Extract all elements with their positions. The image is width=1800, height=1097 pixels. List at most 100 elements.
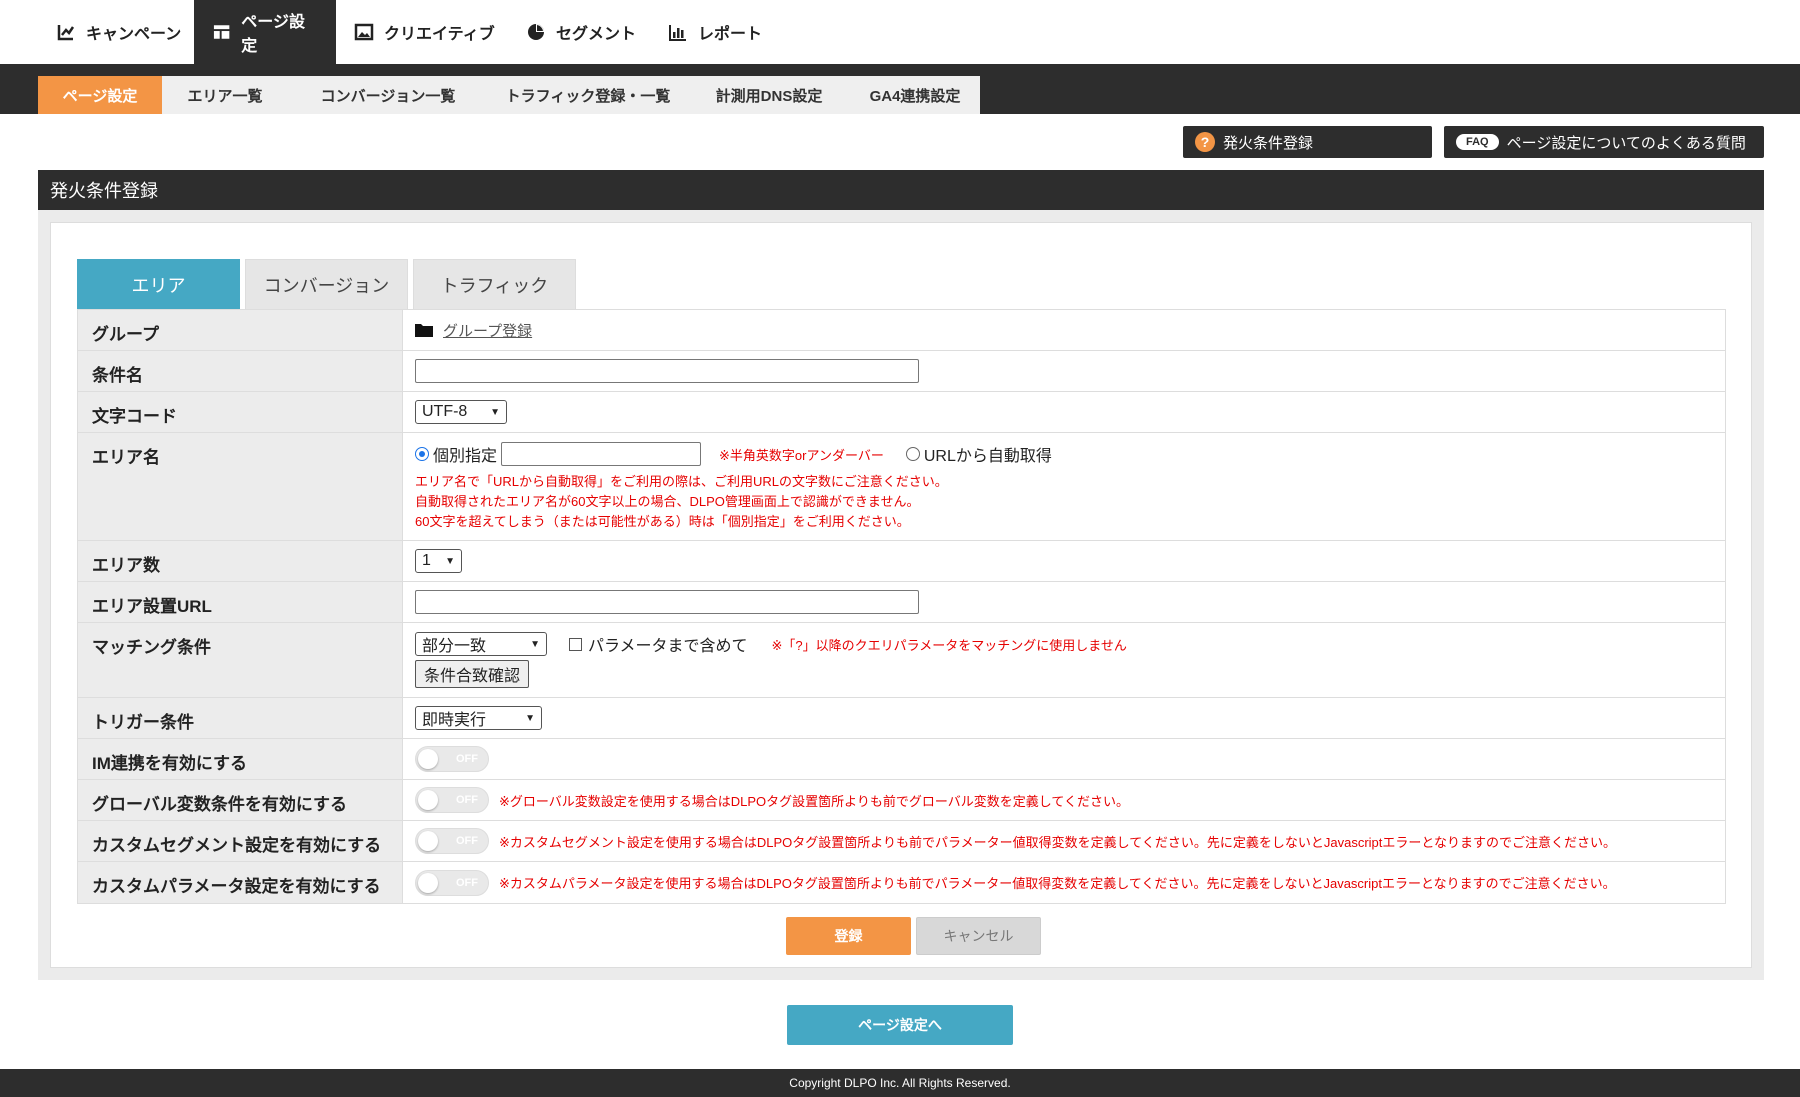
area-count-select[interactable]: 1 ▼ — [415, 549, 462, 573]
folder-icon — [415, 324, 433, 337]
row-im: IM連携を有効にする OFF — [78, 739, 1725, 780]
subtab-ga4[interactable]: GA4連携設定 — [850, 76, 980, 114]
nav-page-settings-label: ページ設定 — [241, 14, 305, 55]
matching-label: マッチング条件 — [78, 623, 403, 697]
sub-navigation: ページ設定 エリア一覧 コンバージョン一覧 トラフィック登録・一覧 計測用DNS… — [0, 64, 1800, 114]
radio-auto[interactable] — [905, 447, 920, 461]
im-label: IM連携を有効にする — [78, 739, 403, 779]
condition-name-label: 条件名 — [78, 351, 403, 391]
custom-segment-note: ※カスタムセグメント設定を使用する場合はDLPOタグ設置箇所よりも前でパラメータ… — [499, 834, 1616, 850]
fire-condition-register-button[interactable]: ? 発火条件登録 — [1183, 126, 1432, 158]
nav-segment[interactable]: セグメント — [508, 0, 654, 64]
subtab-traffic[interactable]: トラフィック登録・一覧 — [488, 76, 688, 114]
area-name-note: 60文字を超えてしまう（または可能性がある）時は「個別指定」をご利用ください。 — [415, 514, 910, 529]
condition-form: グループ グループ登録 条件名 文字コード UTF-8 ▼ エリア名 個別指定 … — [77, 309, 1726, 904]
matching-select[interactable]: 部分一致 ▼ — [415, 632, 547, 656]
charset-label: 文字コード — [78, 392, 403, 432]
tab-conversion[interactable]: コンバージョン — [245, 259, 408, 309]
row-condition-name: 条件名 — [78, 351, 1725, 392]
area-url-input[interactable] — [415, 590, 919, 614]
area-name-input[interactable] — [501, 442, 702, 466]
toggle-state: OFF — [456, 753, 478, 765]
question-icon: ? — [1195, 132, 1215, 152]
subtab-conversion-list[interactable]: コンバージョン一覧 — [288, 76, 488, 114]
area-count-value: 1 — [422, 552, 431, 569]
area-name-note: 自動取得されたエリア名が60文字以上の場合、DLPO管理画面上で認識ができません… — [415, 494, 920, 509]
section-panel: エリア コンバージョン トラフィック グループ グループ登録 条件名 文字コード — [50, 222, 1752, 968]
toggle-state: OFF — [456, 876, 478, 889]
register-button[interactable]: 登録 — [786, 917, 911, 955]
chevron-down-icon: ▼ — [525, 712, 535, 724]
charset-value: UTF-8 — [422, 403, 468, 420]
row-custom-param: カスタムパラメータ設定を有効にする OFF ※カスタムパラメータ設定を使用する場… — [78, 862, 1725, 903]
matching-note: ※「?」以降のクエリパラメータをマッチングに使用しません — [771, 637, 1127, 653]
condition-check-button[interactable]: 条件合致確認 — [415, 660, 530, 688]
matching-value: 部分一致 — [422, 638, 487, 655]
radio-auto-label: URLから自動取得 — [923, 448, 1052, 465]
sub-tabs: ページ設定 エリア一覧 コンバージョン一覧 トラフィック登録・一覧 計測用DNS… — [38, 76, 980, 114]
nav-report-label: レポート — [698, 26, 763, 43]
section-title: 発火条件登録 — [38, 170, 1764, 210]
nav-page-settings[interactable]: ページ設定 — [194, 0, 336, 64]
footer-copyright: Copyright DLPO Inc. All Rights Reserved. — [0, 1069, 1800, 1097]
area-name-notes: エリア名で「URLから自動取得」をご利用の際は、ご利用URLの文字数にご注意くだ… — [415, 472, 1713, 532]
group-register-link[interactable]: グループ登録 — [443, 320, 532, 341]
section-body: エリア コンバージョン トラフィック グループ グループ登録 条件名 文字コード — [38, 210, 1764, 980]
row-area-url: エリア設置URL — [78, 582, 1725, 623]
condition-name-input[interactable] — [415, 359, 919, 383]
row-charset: 文字コード UTF-8 ▼ — [78, 392, 1725, 433]
row-area-count: エリア数 1 ▼ — [78, 541, 1725, 582]
radio-manual-label: 個別指定 — [433, 448, 498, 465]
row-matching: マッチング条件 部分一致 ▼ パラメータまで含めて ※「?」以降のクエリパラメータ… — [78, 623, 1725, 698]
area-count-label: エリア数 — [78, 541, 403, 581]
fire-condition-register-label: 発火条件登録 — [1223, 134, 1314, 152]
row-group: グループ グループ登録 — [78, 310, 1725, 351]
faq-button[interactable]: FAQ ページ設定についてのよくある質問 — [1444, 126, 1764, 158]
custom-param-toggle[interactable]: OFF — [415, 869, 489, 896]
area-name-hint: ※半角英数字orアンダーバー — [719, 447, 884, 463]
nav-report[interactable]: レポート — [650, 0, 780, 64]
custom-segment-toggle[interactable]: OFF — [415, 828, 489, 854]
top-navigation: キャンペーン ページ設定 クリエイティブ セグメント レポート — [0, 0, 1800, 64]
group-label: グループ — [78, 310, 403, 350]
pie-chart-icon — [528, 24, 544, 40]
custom-param-label: カスタムパラメータ設定を有効にする — [78, 862, 403, 903]
subtab-page-settings[interactable]: ページ設定 — [38, 76, 162, 114]
nav-campaign-label: キャンペーン — [86, 26, 182, 43]
nav-creative[interactable]: クリエイティブ — [336, 0, 513, 64]
nav-campaign[interactable]: キャンペーン — [38, 0, 199, 64]
tab-traffic[interactable]: トラフィック — [413, 259, 576, 309]
global-var-note: ※グローバル変数設定を使用する場合はDLPOタグ設置箇所よりも前でグローバル変数… — [499, 793, 1129, 809]
cancel-button[interactable]: キャンセル — [916, 917, 1041, 955]
faq-label: ページ設定についてのよくある質問 — [1506, 134, 1746, 152]
nav-segment-label: セグメント — [556, 26, 637, 43]
area-name-note: エリア名で「URLから自動取得」をご利用の際は、ご利用URLの文字数にご注意くだ… — [415, 474, 948, 489]
area-name-label: エリア名 — [78, 433, 403, 540]
area-url-label: エリア設置URL — [78, 582, 403, 622]
toggle-knob — [418, 749, 438, 769]
back-to-page-settings-button[interactable]: ページ設定へ — [787, 1005, 1013, 1045]
toggle-knob — [418, 790, 438, 810]
im-toggle[interactable]: OFF — [415, 746, 489, 772]
chart-edit-icon — [57, 25, 75, 41]
charset-select[interactable]: UTF-8 ▼ — [415, 400, 507, 424]
bar-chart-icon — [669, 25, 686, 41]
subtab-dns[interactable]: 計測用DNS設定 — [688, 76, 850, 114]
radio-manual[interactable] — [415, 447, 429, 461]
chevron-down-icon: ▼ — [530, 638, 540, 650]
param-checkbox[interactable] — [569, 637, 582, 651]
toggle-state: OFF — [456, 835, 478, 847]
global-var-toggle[interactable]: OFF — [415, 787, 489, 813]
subtab-area-list[interactable]: エリア一覧 — [162, 76, 288, 114]
nav-creative-label: クリエイティブ — [384, 26, 495, 43]
toggle-knob — [418, 872, 438, 893]
global-var-label: グローバル変数条件を有効にする — [78, 780, 403, 820]
toggle-knob — [418, 831, 438, 851]
row-area-name: エリア名 個別指定 ※半角英数字orアンダーバー URLから自動取得 エリア名で… — [78, 433, 1725, 541]
trigger-select[interactable]: 即時実行 ▼ — [415, 706, 542, 730]
tab-area[interactable]: エリア — [77, 259, 240, 309]
row-global-var: グローバル変数条件を有効にする OFF ※グローバル変数設定を使用する場合はDL… — [78, 780, 1725, 821]
chevron-down-icon: ▼ — [445, 555, 455, 567]
chevron-down-icon: ▼ — [490, 406, 500, 418]
trigger-label: トリガー条件 — [78, 698, 403, 738]
